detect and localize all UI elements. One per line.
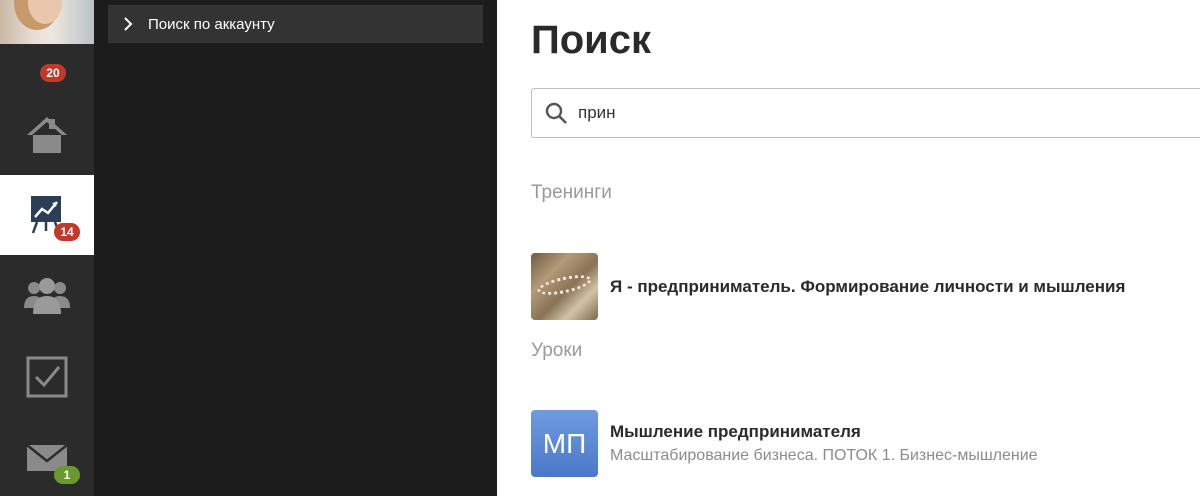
rail-item-home[interactable]: [0, 95, 94, 175]
lesson-thumbnail: МП: [531, 410, 598, 477]
main-content: Поиск Тренинги Я - предприниматель. Форм…: [497, 0, 1200, 496]
rail-item-trainings[interactable]: 14: [0, 175, 94, 255]
checkbox-icon: [26, 356, 68, 398]
notifications-badge[interactable]: 20: [40, 64, 66, 82]
left-rail: 20 14 1: [0, 0, 94, 496]
search-icon: [545, 102, 567, 124]
page-title: Поиск: [531, 18, 652, 62]
training-thumbnail: [531, 253, 598, 320]
section-heading-trainings: Тренинги: [531, 182, 612, 203]
trainings-badge: 14: [54, 223, 80, 241]
user-avatar[interactable]: [0, 0, 94, 44]
rail-item-tasks[interactable]: [0, 337, 94, 417]
result-title: Я - предприниматель. Формирование личнос…: [610, 276, 1126, 296]
search-box[interactable]: [531, 88, 1200, 138]
result-subtitle: Масштабирование бизнеса. ПОТОК 1. Бизнес…: [610, 447, 1038, 464]
avatar-photo: [28, 0, 62, 24]
result-item-lesson[interactable]: МП Мышление предпринимателя Масштабирова…: [531, 410, 1038, 477]
section-heading-lessons: Уроки: [531, 340, 583, 361]
result-item-training[interactable]: Я - предприниматель. Формирование личнос…: [531, 253, 1125, 320]
chevron-right-icon: [124, 17, 133, 31]
search-input[interactable]: [578, 103, 1138, 123]
panel-item-account-search[interactable]: Поиск по аккаунту: [108, 5, 483, 43]
panel-item-label: Поиск по аккаунту: [148, 15, 275, 33]
mail-badge: 1: [54, 466, 80, 484]
rail-item-mail[interactable]: 1: [0, 418, 94, 496]
users-icon: [24, 278, 70, 314]
home-icon: [27, 117, 67, 153]
result-title: Мышление предпринимателя: [610, 422, 861, 441]
secondary-panel: Поиск по аккаунту: [94, 0, 497, 496]
rail-item-users[interactable]: [0, 256, 94, 336]
